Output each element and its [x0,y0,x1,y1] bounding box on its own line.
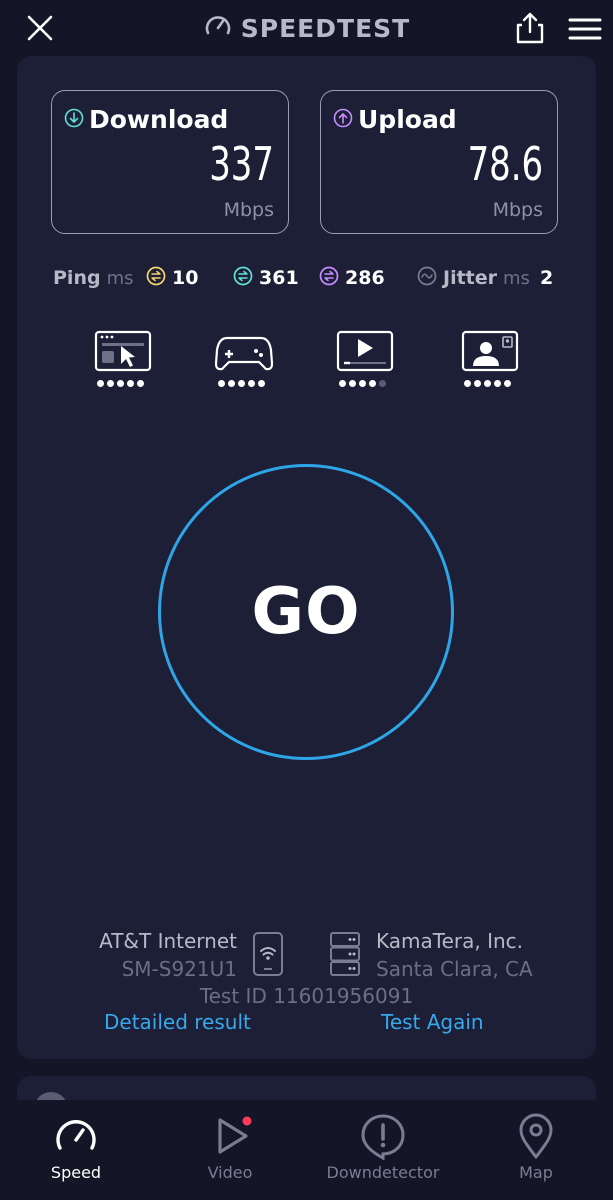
idle-latency: 10 [146,263,198,293]
speedometer-icon [52,1112,100,1160]
download-latency-value: 361 [259,267,299,289]
nav-video-label: Video [207,1163,253,1182]
speedometer-icon [203,11,233,45]
download-arrow-icon [64,108,84,132]
ping-label-group: Ping ms [53,263,134,293]
server-name: KamaTera, Inc. [376,929,524,953]
nav-map-label: Map [519,1163,553,1182]
ping-label: Ping [53,267,101,289]
upload-speed: 78.6 [467,137,543,191]
device-model: SM-S921U1 [121,957,237,981]
rating-dots [464,380,511,387]
idle-latency-value: 10 [172,267,199,289]
rating-dots [218,380,265,387]
alert-icon [359,1112,407,1161]
rating-dots [339,380,386,387]
jitter-unit: ms [503,267,530,289]
download-latency-icon [233,266,253,290]
rating-dots [97,380,144,387]
upload-unit: Mbps [492,199,543,221]
ping-unit: ms [106,267,134,289]
gaming-rating[interactable] [214,330,274,392]
download-panel: Download 337 Mbps [51,90,289,234]
play-icon [206,1112,254,1160]
video-call-rating[interactable] [461,330,519,392]
jitter-group: Jitter ms 2 [417,263,553,293]
jitter-icon [417,266,437,290]
nav-downdetector-label: Downdetector [326,1163,440,1182]
jitter-label: Jitter [443,267,498,289]
detailed-result-link[interactable]: Detailed result [104,1010,251,1034]
share-icon[interactable] [512,10,548,46]
video-streaming-rating[interactable] [336,330,394,392]
idle-latency-icon [146,266,166,290]
upload-latency-icon [319,266,339,290]
server-icon [328,931,362,977]
upload-arrow-icon [333,108,353,132]
wifi-phone-icon [251,931,285,977]
app-title: SPEEDTEST [240,13,411,43]
download-latency: 361 [233,263,299,293]
upload-label: Upload [358,105,457,134]
nav-video[interactable]: Video [155,1100,305,1200]
download-unit: Mbps [223,199,274,221]
jitter-value: 2 [539,267,554,289]
download-speed: 337 [209,137,274,191]
isp-name: AT&T Internet [99,929,237,953]
nav-downdetector[interactable]: Downdetector [308,1100,458,1200]
gaming-icon [214,336,274,378]
bottom-nav: Speed Video Downdetector Map [0,1100,613,1200]
results-card: Download 337 Mbps Upload 78.6 Mbps Ping … [17,56,596,1059]
video-streaming-icon [336,330,394,378]
go-label: GO [251,575,361,649]
top-bar: SPEEDTEST [0,0,613,56]
upload-panel: Upload 78.6 Mbps [320,90,558,234]
menu-icon[interactable] [566,14,604,44]
map-pin-icon [512,1112,560,1160]
latency-row: Ping ms 10 361 286 Jitter ms 2 [53,263,573,293]
server-location: Santa Clara, CA [376,957,533,981]
browsing-icon [94,330,152,378]
browsing-rating[interactable] [94,330,152,392]
download-label: Download [89,105,229,134]
video-call-icon [461,330,519,378]
upload-latency: 286 [319,263,385,293]
nav-speed[interactable]: Speed [1,1100,151,1200]
nav-speed-label: Speed [50,1163,102,1182]
test-id: Test ID 11601956091 [199,984,414,1008]
upload-latency-value: 286 [345,267,385,289]
test-again-link[interactable]: Test Again [381,1010,484,1034]
go-button[interactable]: GO [158,464,454,760]
nav-map[interactable]: Map [461,1100,611,1200]
